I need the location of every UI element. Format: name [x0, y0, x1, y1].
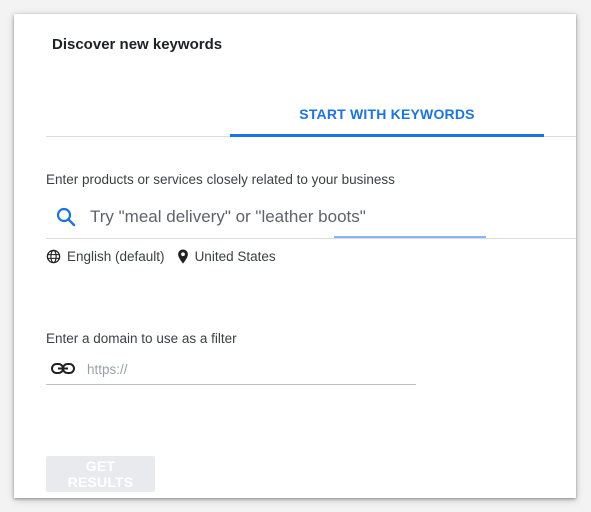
language-selector[interactable]: English (default) — [46, 249, 165, 264]
location-label: United States — [194, 248, 276, 264]
location-pin-icon — [177, 248, 188, 264]
language-label: English (default) — [67, 248, 165, 264]
get-results-button[interactable]: GET RESULTS — [46, 456, 155, 492]
globe-icon — [46, 249, 61, 263]
keywords-focus-underline — [334, 236, 486, 238]
active-tab-indicator — [230, 134, 544, 137]
discover-keywords-card: Discover new keywords START WITH KEYWORD… — [14, 14, 576, 498]
search-icon — [54, 205, 78, 229]
location-selector[interactable]: United States — [177, 249, 276, 264]
domain-input[interactable] — [87, 358, 407, 380]
keywords-label: Enter products or services closely relat… — [46, 172, 395, 187]
tab-start-with-keywords[interactable]: START WITH KEYWORDS — [230, 92, 544, 136]
keywords-field — [46, 198, 576, 239]
card-title: Discover new keywords — [52, 36, 223, 53]
domain-label: Enter a domain to use as a filter — [46, 331, 237, 346]
targeting-row: English (default) United States — [46, 246, 276, 266]
link-icon — [50, 359, 76, 379]
domain-field — [46, 354, 416, 385]
keywords-input[interactable] — [90, 202, 570, 232]
